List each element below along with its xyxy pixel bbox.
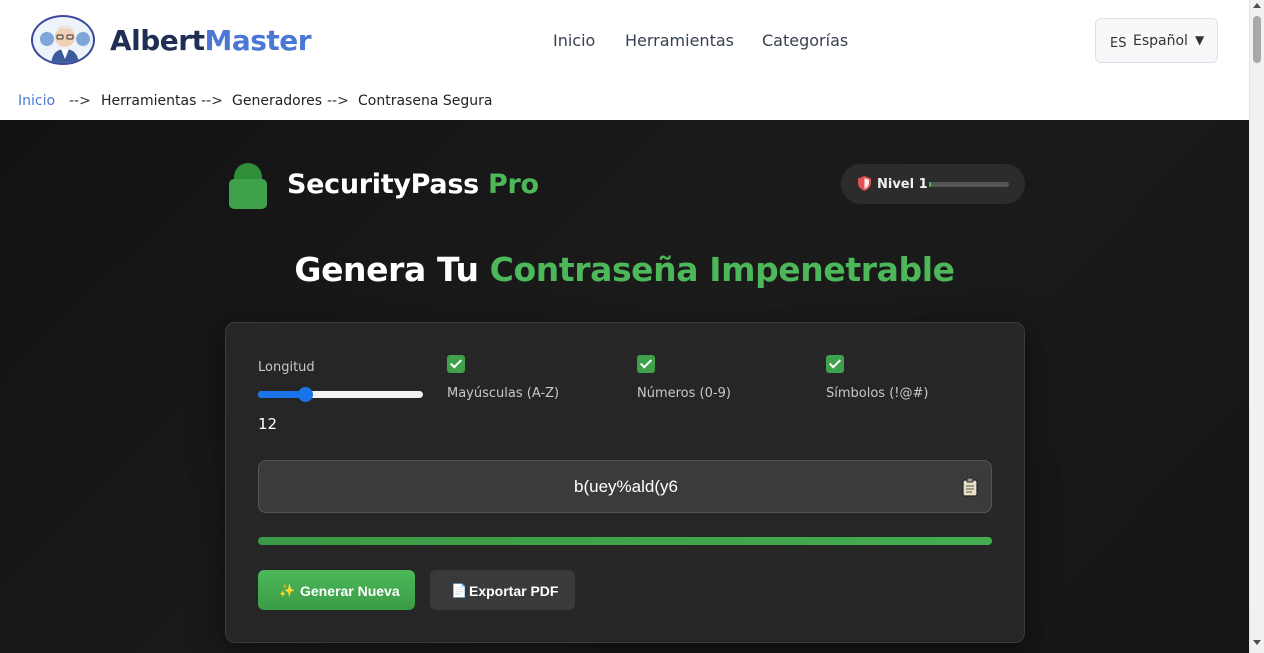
numbers-label: Números (0-9) xyxy=(637,386,731,401)
breadcrumb-separator: --> xyxy=(201,93,223,109)
nav-inicio[interactable]: Inicio xyxy=(553,31,595,50)
page-scrollbar[interactable] xyxy=(1249,0,1264,653)
symbols-checkbox[interactable] xyxy=(826,355,844,373)
nav-categorias[interactable]: Categorías xyxy=(762,31,848,50)
length-value: 12 xyxy=(258,415,278,433)
headline-accent: Contraseña Impenetrable xyxy=(489,250,955,289)
export-button-label: Exportar PDF xyxy=(469,583,559,599)
length-label: Longitud xyxy=(258,360,315,375)
app-title-accent: Pro xyxy=(488,169,539,200)
breadcrumb-herramientas[interactable]: Herramientas xyxy=(101,93,196,109)
breadcrumb-separator: --> xyxy=(327,93,349,109)
uppercase-label: Mayúsculas (A-Z) xyxy=(447,386,560,401)
uppercase-checkbox[interactable] xyxy=(447,355,465,373)
page-headline: Genera Tu Contraseña Impenetrable xyxy=(0,250,1249,289)
language-selector[interactable]: ES Español ▼ xyxy=(1095,18,1218,63)
chevron-down-icon: ▼ xyxy=(1195,33,1205,47)
language-code: ES xyxy=(1110,36,1127,51)
level-label: Nivel 1 xyxy=(877,177,928,192)
clipboard-icon[interactable] xyxy=(962,477,978,497)
nav-herramientas[interactable]: Herramientas xyxy=(625,31,734,50)
shield-icon xyxy=(858,176,871,191)
strength-fill xyxy=(258,537,992,545)
numbers-checkbox[interactable] xyxy=(637,355,655,373)
sparkle-icon: ✨ xyxy=(279,583,296,598)
breadcrumb-current: Contrasena Segura xyxy=(358,93,493,109)
app-title: SecurityPass Pro xyxy=(287,169,539,200)
brand-part1: Albert xyxy=(110,24,205,57)
level-progress-fill xyxy=(929,182,932,187)
length-slider[interactable] xyxy=(258,387,423,402)
language-name: Español xyxy=(1133,33,1188,49)
level-progress-bar xyxy=(929,182,1009,187)
breadcrumb-separator: --> xyxy=(69,93,91,109)
breadcrumb: Inicio --> Herramientas --> Generadores … xyxy=(0,80,1249,120)
lock-icon xyxy=(229,163,267,209)
scroll-down-icon[interactable] xyxy=(1253,640,1261,645)
slider-thumb[interactable] xyxy=(298,387,313,402)
strength-bar xyxy=(258,537,992,545)
document-icon: 📄 xyxy=(451,583,468,598)
brand-part2: Master xyxy=(204,24,312,57)
logo-avatar-icon[interactable] xyxy=(31,15,95,65)
generate-button-label: Generar Nueva xyxy=(300,583,400,599)
password-value[interactable]: b(uey%ald(y6 xyxy=(259,477,993,497)
breadcrumb-inicio[interactable]: Inicio xyxy=(18,93,55,109)
site-header: AlbertMaster Inicio Herramientas Categor… xyxy=(0,0,1249,80)
password-output[interactable]: b(uey%ald(y6 xyxy=(258,460,992,513)
generate-button[interactable]: ✨ Generar Nueva xyxy=(258,570,415,610)
brand-name[interactable]: AlbertMaster xyxy=(110,24,312,57)
headline-main: Genera Tu xyxy=(294,250,479,289)
breadcrumb-generadores[interactable]: Generadores xyxy=(232,93,322,109)
symbols-label: Símbolos (!@#) xyxy=(826,386,929,401)
level-badge: Nivel 1 xyxy=(841,164,1025,204)
export-pdf-button[interactable]: 📄 Exportar PDF xyxy=(430,570,575,610)
scrollbar-thumb[interactable] xyxy=(1253,16,1261,63)
app-title-main: SecurityPass xyxy=(287,169,479,200)
scroll-up-icon[interactable] xyxy=(1253,3,1261,8)
